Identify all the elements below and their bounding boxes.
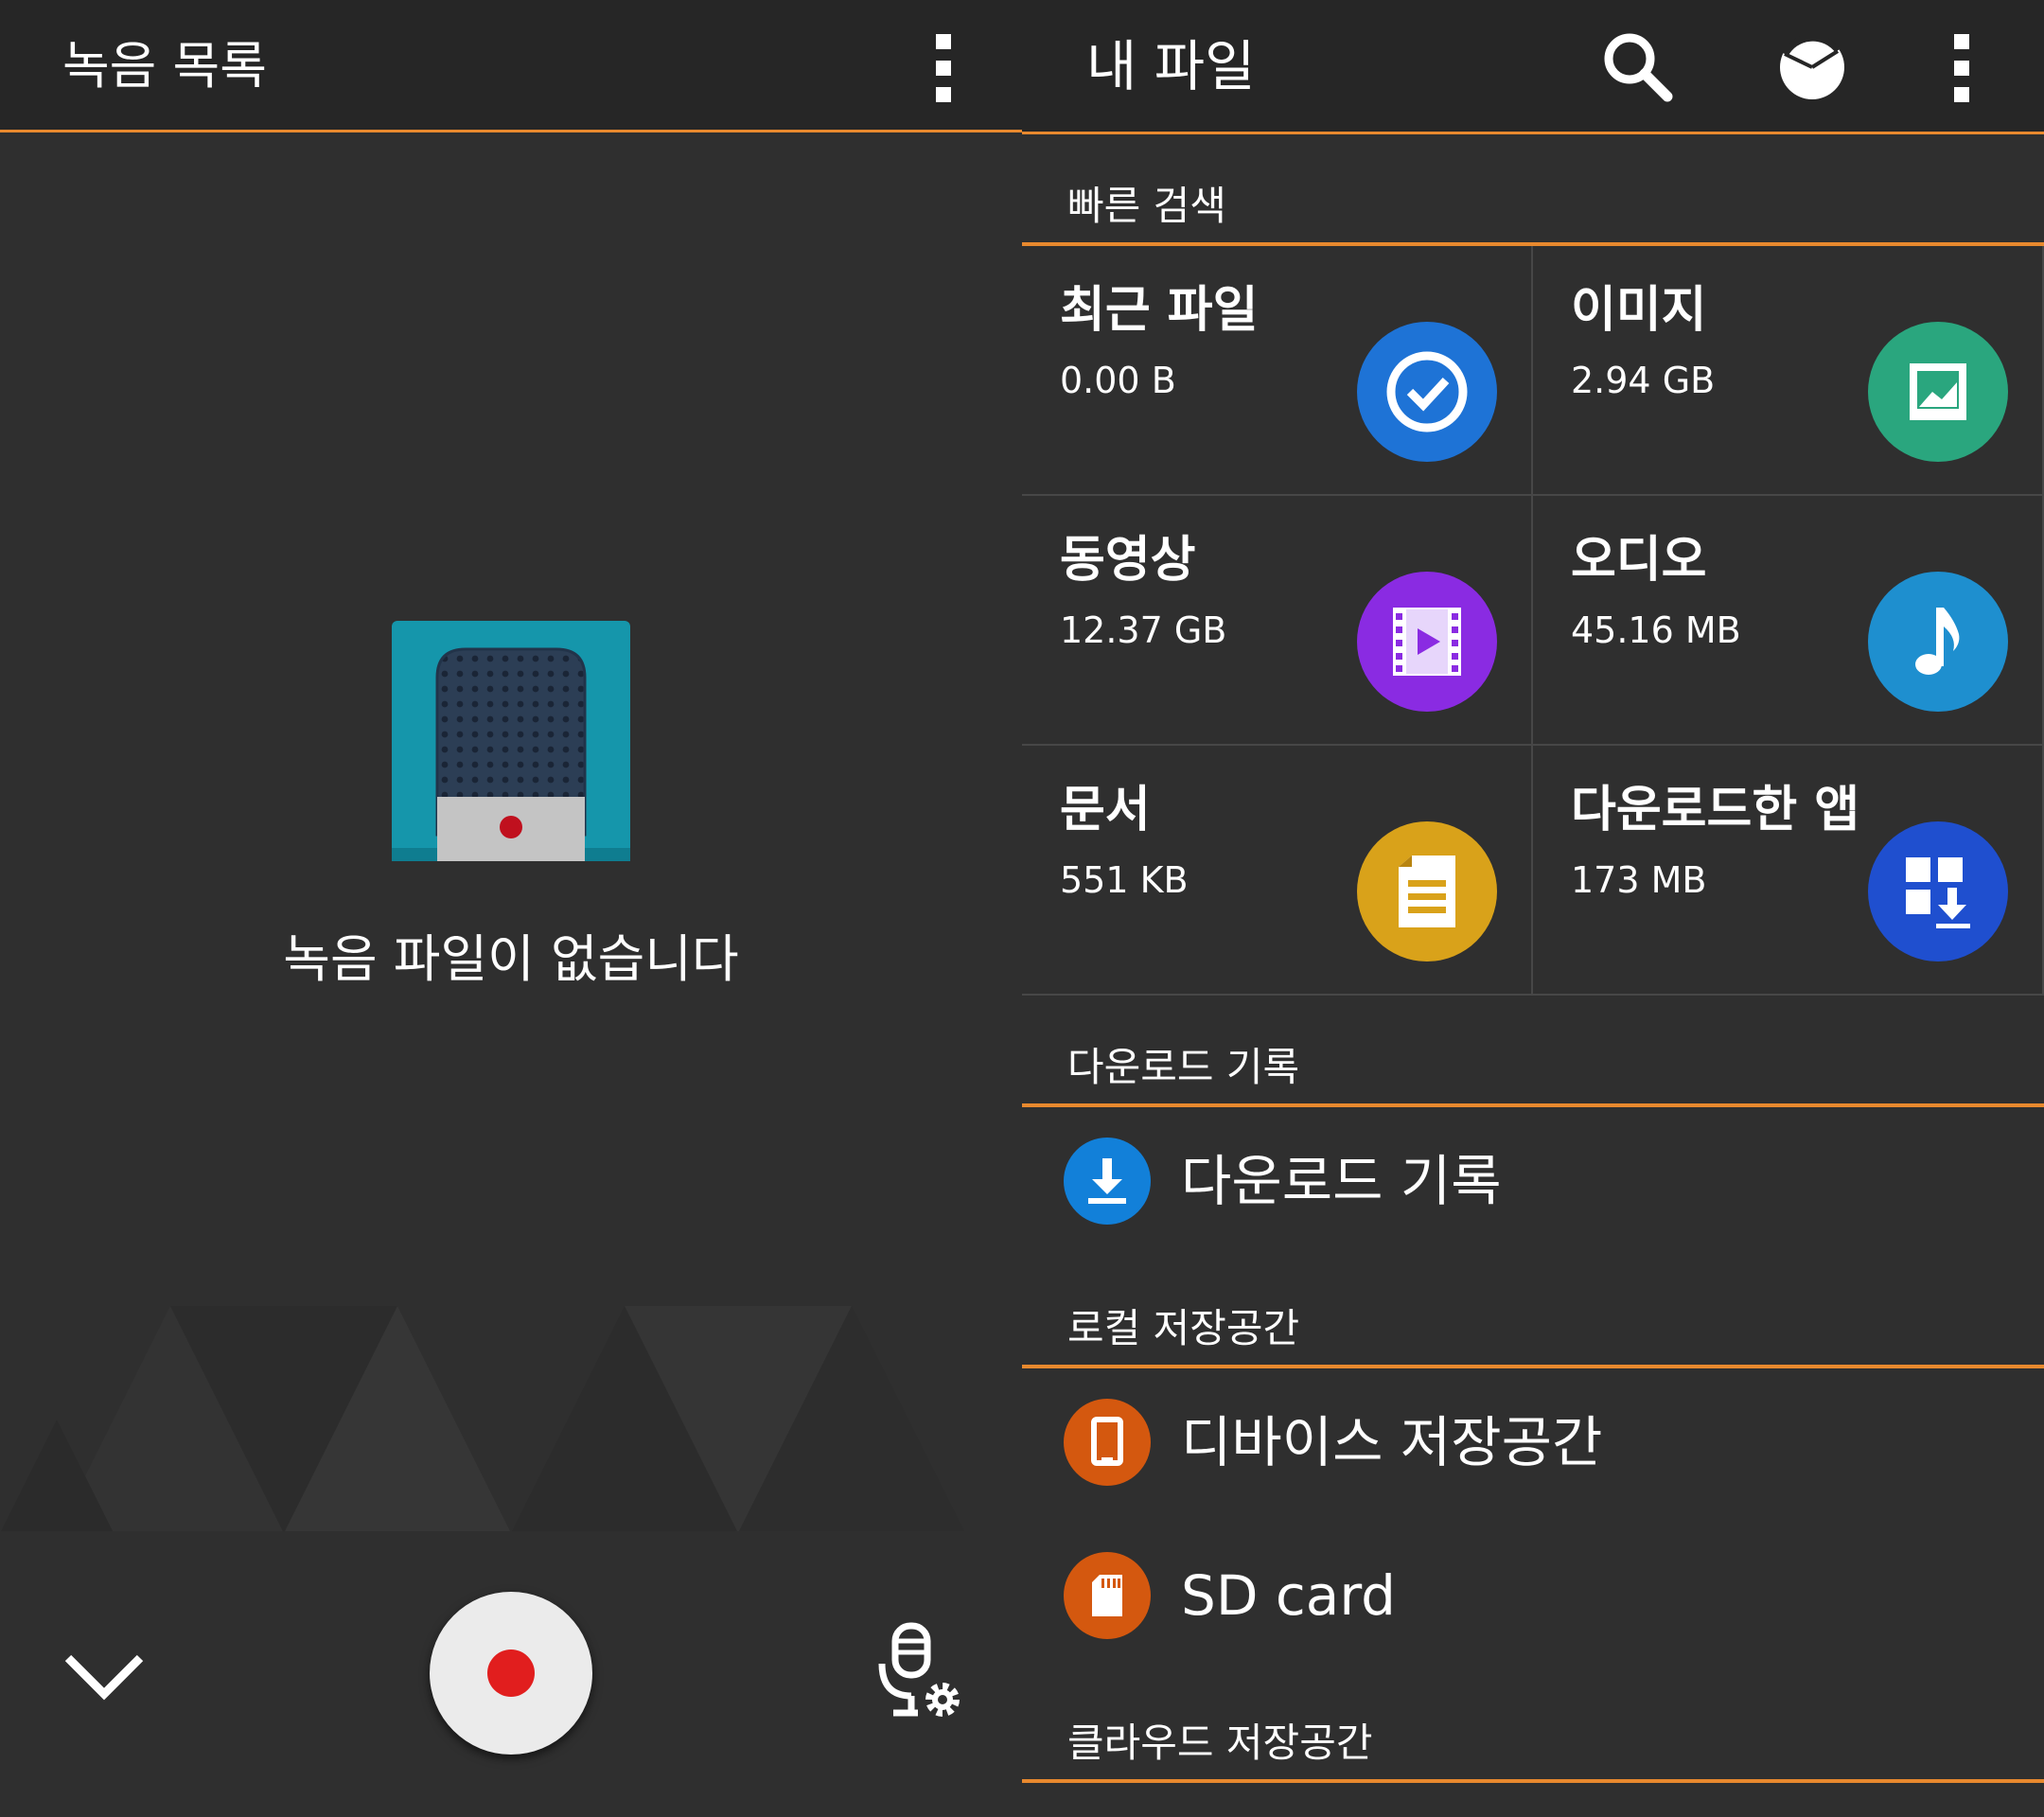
files-app-bar: 내 파일: [1022, 0, 2044, 134]
category-documents[interactable]: 문서 551 KB: [1022, 746, 1533, 996]
category-name: 이미지: [1571, 282, 1707, 339]
device-storage-label: 디바이스 저장공간: [1181, 1410, 1603, 1474]
category-name: 동영상: [1060, 532, 1196, 589]
category-images[interactable]: 이미지 2.94 GB: [1533, 246, 2044, 496]
record-button[interactable]: [430, 1592, 592, 1755]
category-size: 551 KB: [1060, 859, 1189, 901]
more-vert-icon[interactable]: [1929, 21, 1995, 115]
local-storage-header: 로컬 저장공간: [1022, 1291, 2044, 1368]
background-pattern: [0, 1306, 965, 1533]
video-icon: [1357, 572, 1497, 712]
sd-card-icon: [1064, 1552, 1151, 1639]
recorder-title: 녹음 목록: [62, 36, 267, 96]
voice-recorder-pane: 녹음 목록 녹음 파일이 없습니다: [0, 0, 1022, 1817]
download-history-item-label: 다운로드 기록: [1181, 1149, 1502, 1213]
sd-card-item[interactable]: SD card: [1022, 1533, 2044, 1656]
download-history-item[interactable]: 다운로드 기록: [1022, 1119, 2044, 1242]
phone-icon: [1064, 1399, 1151, 1486]
image-icon: [1868, 322, 2008, 462]
document-icon: [1357, 821, 1497, 961]
category-size: 2.94 GB: [1571, 360, 1716, 401]
category-downloaded-apps[interactable]: 다운로드한 앱 173 MB: [1533, 746, 2044, 996]
category-name: 문서: [1060, 782, 1151, 838]
category-name: 오디오: [1571, 532, 1707, 589]
category-size: 45.16 MB: [1571, 609, 1741, 651]
cloud-storage-label: 클라우드 저장공간: [1067, 1720, 1373, 1766]
record-icon: [487, 1649, 535, 1697]
download-history-label: 다운로드 기록: [1067, 1044, 1300, 1090]
files-title: 내 파일: [1086, 34, 1256, 98]
category-size: 12.37 GB: [1060, 609, 1227, 651]
downloaded-apps-icon: [1868, 821, 2008, 961]
more-vert-icon[interactable]: [910, 21, 977, 115]
search-icon[interactable]: [1595, 25, 1681, 110]
local-storage-label: 로컬 저장공간: [1067, 1305, 1300, 1351]
microphone-illustration-icon: [392, 621, 630, 861]
category-name: 다운로드한 앱: [1571, 782, 1860, 838]
cloud-storage-header: 클라우드 저장공간: [1022, 1705, 2044, 1783]
storage-chart-icon[interactable]: [1770, 25, 1855, 110]
chevron-down-icon[interactable]: [57, 1630, 151, 1724]
category-audio[interactable]: 오디오 45.16 MB: [1533, 496, 2044, 746]
download-icon: [1064, 1138, 1151, 1225]
quick-search-header: 빠른 검색: [1022, 168, 2044, 246]
category-size: 173 MB: [1571, 859, 1707, 901]
music-note-icon: [1868, 572, 2008, 712]
category-grid: 최근 파일 0.00 B 이미지 2.94 GB 동영상 12.37 GB 오디…: [1022, 246, 2044, 996]
mic-settings-icon[interactable]: [871, 1620, 965, 1724]
category-recent-files[interactable]: 최근 파일 0.00 B: [1022, 246, 1533, 496]
my-files-pane: 내 파일 빠른 검색 최근 파일 0.00 B 이미지 2.94 GB 동영상 …: [1022, 0, 2044, 1817]
empty-recordings-message: 녹음 파일이 없습니다: [283, 929, 739, 989]
category-size: 0.00 B: [1060, 360, 1176, 401]
category-videos[interactable]: 동영상 12.37 GB: [1022, 496, 1533, 746]
category-name: 최근 파일: [1060, 282, 1259, 339]
sd-card-label: SD card: [1181, 1563, 1396, 1628]
device-storage-item[interactable]: 디바이스 저장공간: [1022, 1380, 2044, 1503]
download-history-header: 다운로드 기록: [1022, 1030, 2044, 1107]
recorder-app-bar: 녹음 목록: [0, 0, 1022, 132]
quick-search-label: 빠른 검색: [1067, 183, 1226, 229]
recent-check-icon: [1357, 322, 1497, 462]
